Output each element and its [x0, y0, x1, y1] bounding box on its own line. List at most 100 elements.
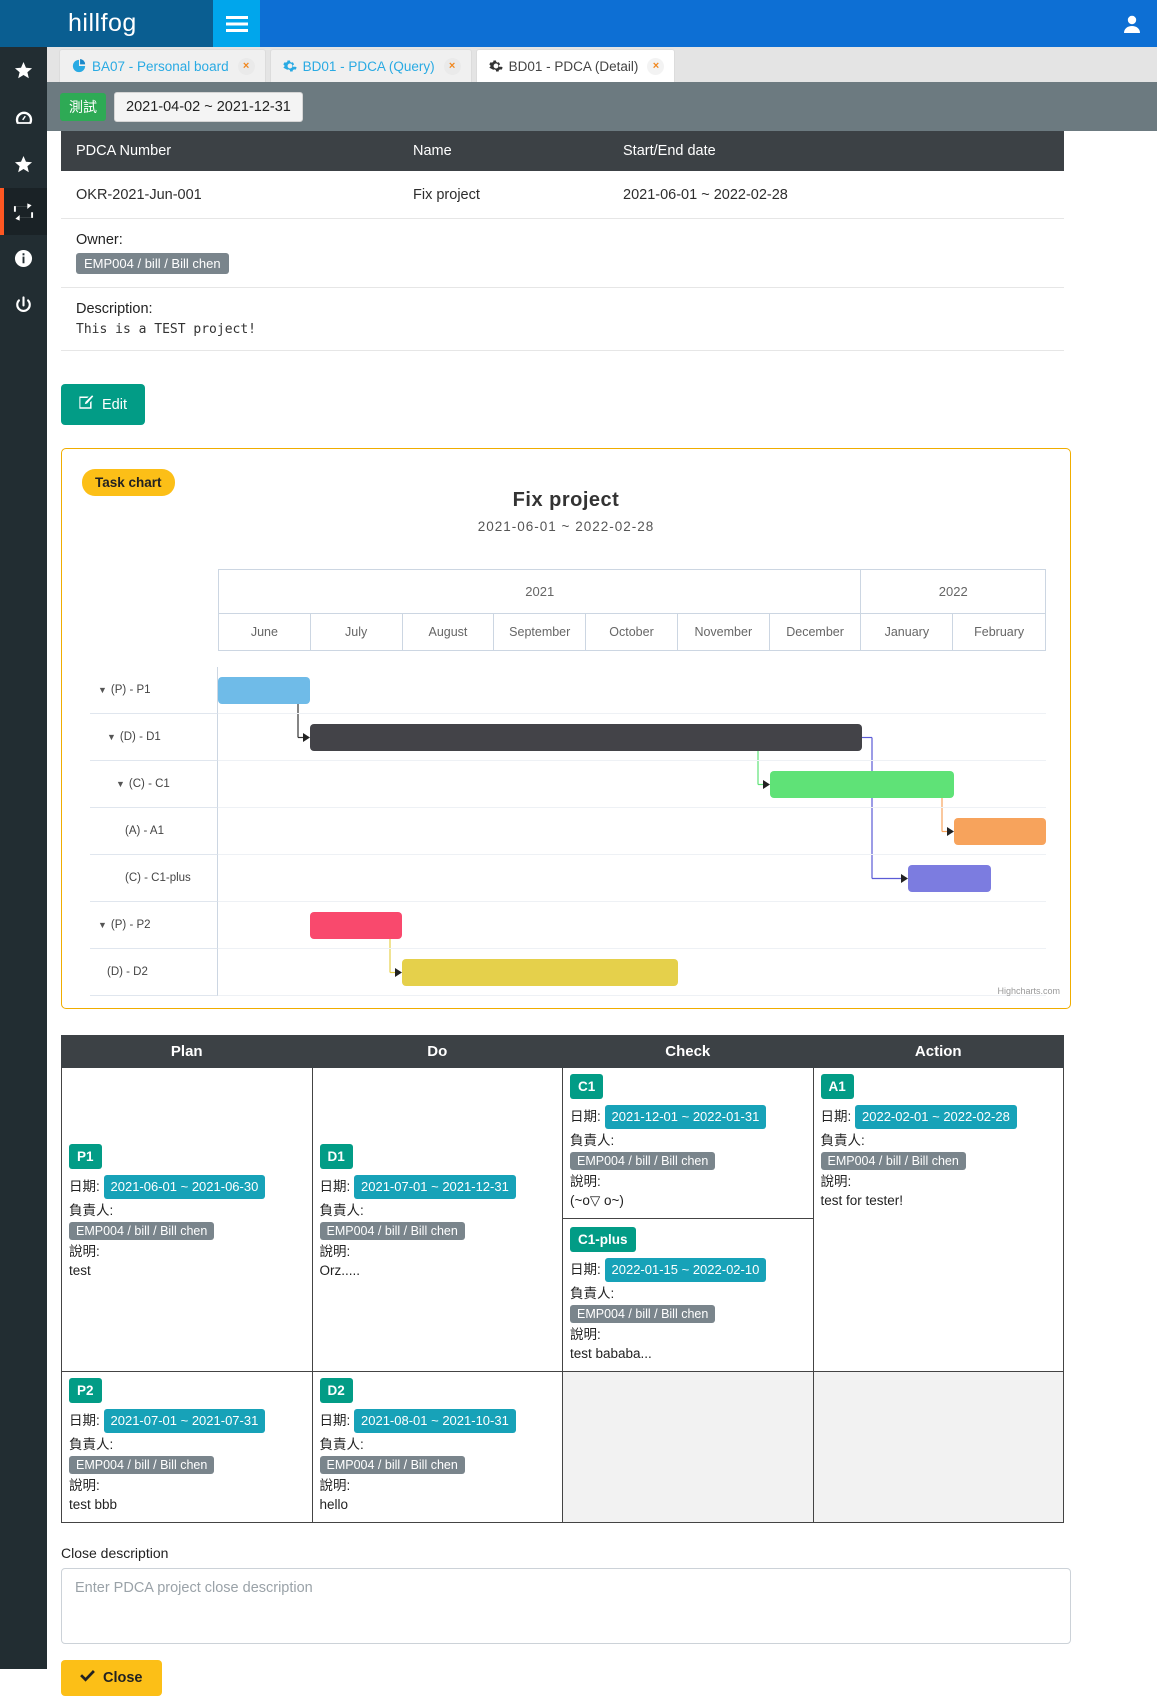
- sidebar-item-pdca[interactable]: [0, 188, 47, 235]
- pie-chart-icon: [72, 59, 86, 73]
- close-description-input[interactable]: [61, 1567, 1071, 1644]
- date-chip: 2021-07-01 ~ 2021-12-31: [354, 1175, 516, 1200]
- gantt-bar[interactable]: [908, 865, 991, 892]
- tab-label: BD01 - PDCA (Query): [302, 58, 435, 74]
- desc-label: 說明:: [319, 1478, 351, 1494]
- chevron-down-icon[interactable]: ▼: [98, 685, 107, 695]
- gantt-bar[interactable]: [954, 818, 1046, 845]
- date-range-display[interactable]: 2021-04-02 ~ 2021-12-31: [114, 91, 303, 122]
- sidebar-item-info[interactable]: [0, 235, 47, 282]
- tab-personal-board[interactable]: BA07 - Personal board ×: [59, 49, 266, 82]
- sidebar-item-star[interactable]: [0, 47, 47, 94]
- gantt-task-track: [218, 855, 1046, 902]
- tab-close-icon[interactable]: ×: [443, 57, 461, 75]
- pdca-item-tag: D1: [319, 1144, 353, 1169]
- gantt-task-label: (D) - D2: [90, 949, 218, 996]
- owner-block: Owner: EMP004 / bill / Bill chen: [61, 219, 1064, 288]
- sidebar-item-power[interactable]: [0, 282, 47, 329]
- description-block: Description: This is a TEST project!: [61, 288, 1064, 351]
- gantt-task-label: (C) - C1-plus: [90, 855, 218, 902]
- table-row: OKR-2021-Jun-001 Fix project 2021-06-01 …: [61, 171, 1064, 219]
- pdca-item[interactable]: P2 日期: 2021-07-01 ~ 2021-07-31 負責人: EMP004 …: [69, 1377, 305, 1512]
- pdca-item[interactable]: D1 日期: 2021-07-01 ~ 2021-12-31 負責人: EMP004 …: [319, 1144, 556, 1278]
- chart-title: Fix project: [512, 489, 620, 511]
- gantt-task-row[interactable]: (D) - D2: [90, 949, 1046, 996]
- date-label: 日期:: [820, 1109, 856, 1124]
- pdca-item-tag: P1: [69, 1144, 102, 1169]
- sidebar-item-dashboard[interactable]: [0, 94, 47, 141]
- desc-value: hello: [319, 1496, 349, 1512]
- desc-label: 說明:: [570, 1174, 601, 1190]
- pdca-item-date-row: 日期: 2021-07-01 ~ 2021-07-31: [69, 1408, 305, 1434]
- gantt-task-track: [218, 902, 1046, 949]
- gantt-month-cell: August: [403, 614, 495, 650]
- chevron-down-icon[interactable]: ▼: [116, 779, 125, 789]
- owner-chip: EMP004 / bill / Bill chen: [76, 253, 229, 274]
- pdca-item[interactable]: C1-plus 日期: 2022-01-15 ~ 2022-02-10 負責人: EM…: [563, 1217, 813, 1361]
- gantt-task-row[interactable]: ▼ (P) - P2: [90, 902, 1046, 949]
- gantt-bar[interactable]: [310, 724, 862, 751]
- pdca-cell-plan: P1 日期: 2021-06-01 ~ 2021-06-30 負責人: EMP004 …: [61, 1067, 313, 1372]
- pdca-item[interactable]: C1 日期: 2021-12-01 ~ 2022-01-31 負責人: EMP004 …: [570, 1074, 806, 1209]
- pencil-square-icon: [79, 395, 94, 414]
- edit-button[interactable]: Edit: [61, 384, 145, 425]
- gantt-task-track: [218, 714, 1046, 761]
- user-icon[interactable]: [1107, 0, 1157, 47]
- gantt-bar[interactable]: [218, 677, 310, 704]
- sidebar-item-favorite[interactable]: [0, 141, 47, 188]
- description-label: Description:: [76, 301, 153, 317]
- date-chip: 2021-06-01 ~ 2021-06-30: [103, 1175, 266, 1200]
- gantt-task-row[interactable]: ▼ (C) - C1: [90, 761, 1046, 808]
- pdca-item[interactable]: A1 日期: 2022-02-01 ~ 2022-02-28 負責人: EMP004 …: [820, 1074, 1057, 1208]
- chevron-down-icon[interactable]: ▼: [107, 732, 116, 742]
- pdca-item[interactable]: P1 日期: 2021-06-01 ~ 2021-06-30 負責人: EMP004 …: [69, 1144, 305, 1278]
- pdca-col-action: Action: [812, 1035, 1064, 1068]
- close-button[interactable]: Close: [61, 1659, 162, 1696]
- owner-label: 負責人:: [570, 1133, 615, 1149]
- info-table-header: PDCA Number Name Start/End date: [61, 131, 1064, 171]
- gantt-task-row[interactable]: ▼ (D) - D1: [90, 714, 1046, 761]
- gantt-task-label: (A) - A1: [90, 808, 218, 855]
- chevron-down-icon[interactable]: ▼: [98, 920, 107, 930]
- pdca-table-body: P1 日期: 2021-06-01 ~ 2021-06-30 負責人: EMP004 …: [61, 1067, 1064, 1523]
- pdca-col-do: Do: [311, 1035, 563, 1068]
- pdca-cell-action: [812, 1370, 1064, 1523]
- gantt-chart: 2021 2022 June July August September October N…: [90, 569, 1046, 996]
- gantt-month-cell: December: [770, 614, 862, 650]
- gantt-month-cell: July: [311, 614, 403, 650]
- hamburger-icon[interactable]: [213, 0, 260, 47]
- description-value: This is a TEST project!: [76, 322, 257, 337]
- top-bar: hillfog: [0, 0, 1157, 47]
- pdca-item-tag: C1: [570, 1074, 604, 1099]
- sub-header: 測試 2021-04-02 ~ 2021-12-31: [47, 82, 1157, 131]
- owner-label: 負責人:: [319, 1437, 364, 1453]
- gantt-task-row[interactable]: ▼ (P) - P1: [90, 667, 1046, 714]
- gantt-bar[interactable]: [770, 771, 954, 798]
- gear-icon: [282, 59, 297, 73]
- chart-credits: Highcharts.com: [997, 986, 1060, 996]
- cell-pdca-number: OKR-2021-Jun-001: [76, 186, 202, 203]
- pdca-item[interactable]: D2 日期: 2021-08-01 ~ 2021-10-31 負責人: EMP004 …: [319, 1377, 556, 1512]
- pdca-cell-do: D1 日期: 2021-07-01 ~ 2021-12-31 負責人: EMP004 …: [311, 1067, 563, 1372]
- pdca-item-date-row: 日期: 2021-08-01 ~ 2021-10-31: [320, 1408, 556, 1434]
- date-chip: 2022-01-15 ~ 2022-02-10: [604, 1257, 767, 1283]
- pdca-item-date-row: 日期: 2022-01-15 ~ 2022-02-10: [570, 1257, 806, 1283]
- pdca-cell-check: [562, 1370, 814, 1523]
- close-button-label: Close: [103, 1669, 143, 1686]
- tab-pdca-detail[interactable]: BD01 - PDCA (Detail) ×: [475, 49, 676, 82]
- gantt-task-row[interactable]: (C) - C1-plus: [90, 855, 1046, 902]
- desc-value: (~o▽ o~): [570, 1192, 624, 1208]
- pdca-cell-action: A1 日期: 2022-02-01 ~ 2022-02-28 負責人: EMP004 …: [812, 1067, 1064, 1372]
- tab-close-icon[interactable]: ×: [237, 57, 255, 75]
- gantt-bar[interactable]: [402, 959, 678, 986]
- gantt-task-track: [218, 949, 1046, 996]
- date-label: 日期:: [69, 1179, 104, 1194]
- tab-pdca-query[interactable]: BD01 - PDCA (Query) ×: [269, 49, 472, 82]
- tab-close-icon[interactable]: ×: [647, 57, 665, 75]
- gantt-bar[interactable]: [310, 912, 402, 939]
- gantt-task-row[interactable]: (A) - A1: [90, 808, 1046, 855]
- gantt-year-cell: 2021: [219, 570, 862, 613]
- table-row: P2 日期: 2021-07-01 ~ 2021-07-31 負責人: EMP004 …: [61, 1370, 1064, 1523]
- pdca-cell-plan: P2 日期: 2021-07-01 ~ 2021-07-31 負責人: EMP004 …: [61, 1370, 313, 1523]
- desc-label: 說明:: [319, 1244, 351, 1260]
